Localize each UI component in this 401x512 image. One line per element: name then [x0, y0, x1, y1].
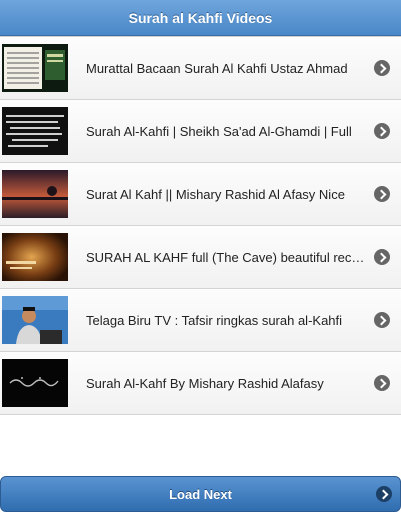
video-item-2[interactable]: Surah Al-Kahfi | Sheikh Sa'ad Al-Ghamdi … — [0, 100, 401, 163]
video-title: Surat Al Kahf || Mishary Rashid Al Afasy… — [86, 186, 345, 202]
video-title: Telaga Biru TV : Tafsir ringkas surah al… — [86, 312, 343, 328]
video-item-1[interactable]: Murattal Bacaan Surah Al Kahfi Ustaz Ahm… — [0, 37, 401, 100]
video-item-3[interactable]: Surat Al Kahf || Mishary Rashid Al Afasy… — [0, 163, 401, 226]
chevron-right-icon — [374, 60, 390, 76]
video-title: SURAH AL KAHF full (The Cave) beautiful … — [86, 249, 366, 265]
chevron-right-icon — [376, 486, 392, 502]
video-title: Murattal Bacaan Surah Al Kahfi Ustaz Ahm… — [86, 60, 348, 76]
load-next-label: Load Next — [169, 486, 232, 502]
video-item-4[interactable]: SURAH AL KAHF full (The Cave) beautiful … — [0, 226, 401, 289]
video-title: Surah Al-Kahfi | Sheikh Sa'ad Al-Ghamdi … — [86, 123, 352, 139]
video-thumbnail — [2, 107, 68, 155]
chevron-right-icon — [374, 375, 390, 391]
video-thumbnail — [2, 233, 68, 281]
load-next-button[interactable]: Load Next — [0, 476, 401, 512]
page-title: Surah al Kahfi Videos — [128, 9, 273, 26]
video-thumbnail — [2, 359, 68, 407]
video-item-5[interactable]: Telaga Biru TV : Tafsir ringkas surah al… — [0, 289, 401, 352]
app-header: Surah al Kahfi Videos — [0, 0, 401, 36]
video-thumbnail — [2, 44, 68, 92]
video-thumbnail — [2, 296, 68, 344]
chevron-right-icon — [374, 312, 390, 328]
chevron-right-icon — [374, 123, 390, 139]
chevron-right-icon — [374, 186, 390, 202]
video-list: Murattal Bacaan Surah Al Kahfi Ustaz Ahm… — [0, 36, 401, 415]
video-title: Surah Al-Kahf By Mishary Rashid Alafasy — [86, 375, 324, 391]
video-thumbnail — [2, 170, 68, 218]
video-item-6[interactable]: Surah Al-Kahf By Mishary Rashid Alafasy — [0, 352, 401, 415]
chevron-right-icon — [374, 249, 390, 265]
